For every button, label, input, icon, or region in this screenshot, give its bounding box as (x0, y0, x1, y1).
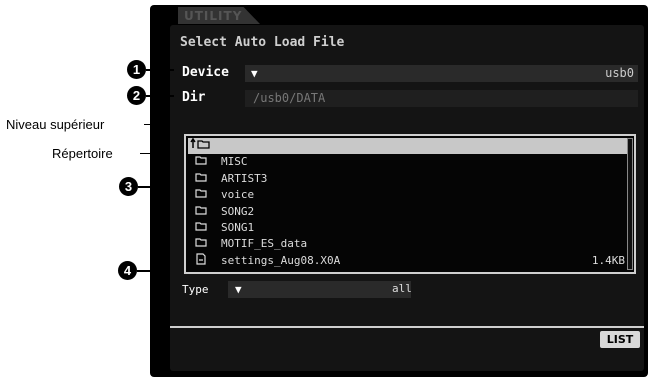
file-name: MISC (221, 155, 248, 169)
file-list-rows: MISC ARTIST3 voice SONG2 SONG1 MOTIF_ES_… (188, 137, 627, 270)
dir-label: Dir (182, 90, 206, 105)
callout-directory: Répertoire (52, 146, 113, 161)
folder-icon (195, 220, 207, 237)
file-name: SONG1 (221, 220, 255, 234)
list-item[interactable]: SONG2 (188, 204, 627, 220)
file-name: voice (221, 188, 255, 202)
dir-value: /usb0/DATA (253, 91, 326, 105)
device-value: usb0 (605, 66, 634, 80)
list-item[interactable]: voice (188, 187, 627, 203)
lcd-panel: UTILITY Select Auto Load File Device ▼ u… (150, 5, 648, 377)
device-field[interactable] (245, 65, 638, 82)
folder-icon (195, 171, 207, 188)
folder-icon (195, 154, 207, 171)
device-label: Device (182, 65, 229, 80)
file-name: settings_Aug08.X0A (221, 253, 341, 267)
list-item[interactable]: ARTIST3 (188, 171, 627, 187)
callout-bullet-1: 1 (127, 60, 146, 79)
page-title: Select Auto Load File (180, 35, 345, 50)
divider (170, 326, 644, 328)
file-list[interactable]: MISC ARTIST3 voice SONG2 SONG1 MOTIF_ES_… (184, 134, 636, 274)
file-name: ARTIST3 (221, 171, 268, 185)
screen: Select Auto Load File Device ▼ usb0 Dir … (170, 25, 644, 371)
callout-line-3 (138, 186, 162, 188)
callout-bullet-2: 2 (127, 86, 146, 105)
type-value: all (392, 282, 412, 295)
list-item[interactable]: SONG1 (188, 220, 627, 236)
type-field[interactable] (228, 281, 411, 298)
file-icon (195, 253, 207, 270)
list-scrollbar[interactable] (627, 138, 633, 270)
folder-icon (195, 187, 207, 204)
callout-bullet-3: 3 (119, 177, 138, 196)
file-name: MOTIF_ES_data (221, 237, 308, 251)
callout-parent-level: Niveau supérieur (6, 117, 105, 132)
list-item[interactable]: MISC (188, 154, 627, 170)
list-button[interactable]: LIST (600, 331, 640, 348)
type-dropdown-icon[interactable]: ▼ (235, 283, 242, 296)
folder-icon (195, 204, 207, 221)
file-name: SONG2 (221, 204, 255, 218)
type-label: Type (182, 283, 209, 296)
device-dropdown-icon[interactable]: ▼ (251, 67, 258, 80)
list-item-parent[interactable] (188, 137, 627, 155)
up-folder-icon (190, 137, 212, 155)
tab-utility[interactable]: UTILITY (178, 7, 260, 24)
callout-line-1 (146, 69, 174, 71)
callout-line-4 (137, 270, 164, 272)
list-item[interactable]: MOTIF_ES_data (188, 236, 627, 252)
list-item[interactable]: settings_Aug08.X0A 1.4KB (188, 253, 627, 269)
folder-icon (195, 236, 207, 253)
file-size: 1.4KB (591, 253, 625, 267)
callout-line-2 (146, 95, 174, 97)
callout-bullet-4: 4 (118, 261, 137, 280)
